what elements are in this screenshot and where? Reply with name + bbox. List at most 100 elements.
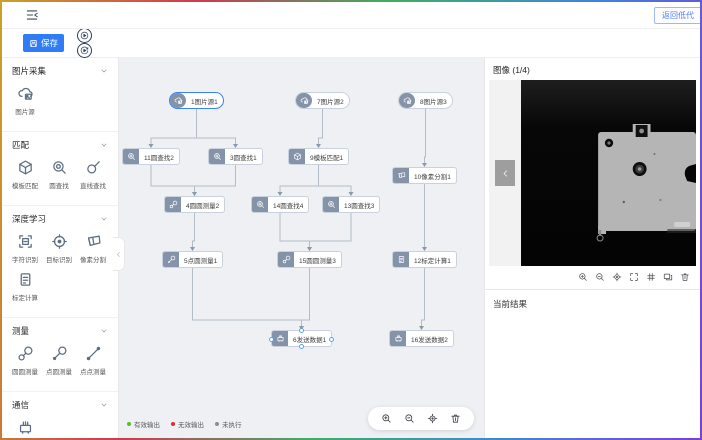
canvas-locate[interactable] xyxy=(427,413,438,424)
flow-node-10[interactable]: 10像素分割1 xyxy=(392,167,457,184)
chevron-down-icon xyxy=(100,401,108,409)
canvas-zoom-out[interactable] xyxy=(404,413,415,424)
flow-node-label: 11圆查找2 xyxy=(139,152,179,162)
sidebar-item-label: 点圆测量 xyxy=(46,366,72,376)
sidebar-item-send[interactable] xyxy=(8,419,42,438)
sidebar-item-circle-find[interactable]: 圆查找 xyxy=(42,159,76,190)
flow-node-label: 12标定计算1 xyxy=(409,255,456,265)
sidebar-item-target[interactable]: 目标识别 xyxy=(42,233,76,264)
measure-cc-icon xyxy=(278,252,294,267)
sidebar-section: 通信 xyxy=(2,392,118,438)
measure-cc-icon xyxy=(165,197,181,212)
flow-node-9[interactable]: 9模板匹配1 xyxy=(288,148,349,165)
sidebar-item-cube[interactable]: 模板匹配 xyxy=(8,159,42,190)
sidebar-section-header[interactable]: 图片采集 xyxy=(2,65,118,77)
image-grid[interactable] xyxy=(646,272,656,282)
image-viewer xyxy=(489,80,696,266)
flow-node-12[interactable]: 12标定计算1 xyxy=(392,251,457,268)
flow-node-15[interactable]: 15圆圆测量3 xyxy=(277,251,342,268)
cloud-image-icon xyxy=(170,93,186,108)
sidebar-section-label: 深度学习 xyxy=(12,213,46,225)
sidebar-section-header[interactable]: 深度学习 xyxy=(2,213,118,225)
image-compare[interactable] xyxy=(663,272,673,282)
sidebar-item-line-find[interactable]: 直线查找 xyxy=(76,159,110,190)
flow-node-label: 7图片源2 xyxy=(312,96,349,106)
sidebar-item-label: 像素分割 xyxy=(80,254,106,264)
back-to-lowcode-button[interactable]: 返回低代 xyxy=(654,7,702,24)
sidebar-collapse-handle[interactable] xyxy=(113,237,125,271)
flow-node-8[interactable]: 8图片源3 xyxy=(398,92,453,109)
save-button[interactable]: 保存 xyxy=(23,34,64,52)
legend-label: 未执行 xyxy=(222,419,242,429)
sidebar-item-label: 点点测量 xyxy=(80,366,106,376)
legend-dot xyxy=(171,422,175,426)
flow-node-label: 10像素分割1 xyxy=(409,171,456,181)
sidebar-section-header[interactable]: 测量 xyxy=(2,325,118,337)
sidebar-section-label: 图片采集 xyxy=(12,65,46,77)
image-delete[interactable] xyxy=(680,272,690,282)
sidebar-section-label: 测量 xyxy=(12,325,29,337)
sidebar-item-measure-pc[interactable]: 点圆测量 xyxy=(42,345,76,376)
play-circle-icon xyxy=(80,31,89,40)
run-once-button[interactable] xyxy=(77,43,92,58)
canvas-clear[interactable] xyxy=(450,413,461,424)
flow-node-11[interactable]: 11圆查找2 xyxy=(122,148,180,165)
flow-canvas[interactable]: 1图片源1 7图片源2 8图片源3 11圆查找2 3圆查找1 9模板匹配1 10… xyxy=(119,58,484,438)
sidebar-item-measure-pp[interactable]: 点点测量 xyxy=(76,345,110,376)
prev-image-button[interactable] xyxy=(495,160,515,186)
sidebar-section-header[interactable]: 匹配 xyxy=(2,139,118,151)
sidebar-item-label: 直线查找 xyxy=(80,180,106,190)
sidebar-section-header[interactable]: 通信 xyxy=(2,399,118,411)
image-zoom-in[interactable] xyxy=(578,272,588,282)
flow-node-14[interactable]: 14圆查找4 xyxy=(251,196,309,213)
image-locate[interactable] xyxy=(612,272,622,282)
flow-node-7[interactable]: 7图片源2 xyxy=(295,92,350,109)
image-fullscreen[interactable] xyxy=(629,272,639,282)
flow-node-3[interactable]: 3圆查找1 xyxy=(208,148,263,165)
legend-label: 无效输出 xyxy=(178,419,204,429)
node-port[interactable] xyxy=(269,337,274,342)
flow-node-label: 4圆圆测量2 xyxy=(181,200,224,210)
flow-node-label: 13圆查找3 xyxy=(339,200,379,210)
inspection-image[interactable] xyxy=(521,80,696,266)
cloud-image-icon xyxy=(399,93,415,108)
play-once-icon xyxy=(80,46,89,55)
flow-toolbar: 保存 xyxy=(2,29,700,58)
node-port[interactable] xyxy=(299,328,304,333)
image-zoom-out[interactable] xyxy=(595,272,605,282)
flow-node-label: 3圆查找1 xyxy=(225,152,262,162)
measure-pc-icon xyxy=(51,345,68,362)
sidebar-item-measure-cc[interactable]: 圆圆测量 xyxy=(8,345,42,376)
app-window: 返回低代 保存 图片采集 图片源 匹配 模板匹配 xyxy=(0,0,702,440)
calib-icon xyxy=(17,271,34,288)
sidebar-section: 测量 圆圆测量 点圆测量 点点测量 xyxy=(2,318,118,392)
sidebar-item-label: 标定计算 xyxy=(12,292,38,302)
sidebar-item-segment[interactable]: 像素分割 xyxy=(76,233,110,264)
sidebar-item-ocr[interactable]: 字符识别 xyxy=(8,233,42,264)
cloud-image-icon xyxy=(17,85,34,102)
flow-node-label: 14圆查找4 xyxy=(268,200,308,210)
sidebar-item-label: 圆圆测量 xyxy=(12,366,38,376)
flow-node-1[interactable]: 1图片源1 xyxy=(169,92,224,109)
node-port[interactable] xyxy=(299,344,304,349)
canvas-zoom-toolbar xyxy=(368,407,474,430)
image-nav-strip xyxy=(489,80,521,266)
flow-node-5[interactable]: 5点圆测量1 xyxy=(162,251,223,268)
menu-fold-icon[interactable] xyxy=(25,8,39,22)
chevron-down-icon xyxy=(100,327,108,335)
result-panel: 图像 (1/4) xyxy=(484,58,700,438)
main-area: 图片采集 图片源 匹配 模板匹配 圆查找 直线查找 深度学习 xyxy=(2,58,700,438)
sidebar-item-calib[interactable]: 标定计算 xyxy=(8,271,42,302)
canvas-zoom-in[interactable] xyxy=(381,413,392,424)
sidebar-section-label: 通信 xyxy=(12,399,29,411)
flow-node-6[interactable]: 6发送数据1 xyxy=(271,330,332,347)
run-button[interactable] xyxy=(77,28,92,43)
top-header: 返回低代 xyxy=(2,2,700,29)
legend-label: 有效输出 xyxy=(134,419,160,429)
flow-node-16[interactable]: 16发送数据2 xyxy=(389,330,454,347)
send-icon xyxy=(272,331,288,346)
sidebar-item-cloud-image[interactable]: 图片源 xyxy=(8,85,42,116)
flow-node-label: 1图片源1 xyxy=(186,96,223,106)
flow-node-13[interactable]: 13圆查找3 xyxy=(322,196,380,213)
flow-node-4[interactable]: 4圆圆测量2 xyxy=(164,196,225,213)
